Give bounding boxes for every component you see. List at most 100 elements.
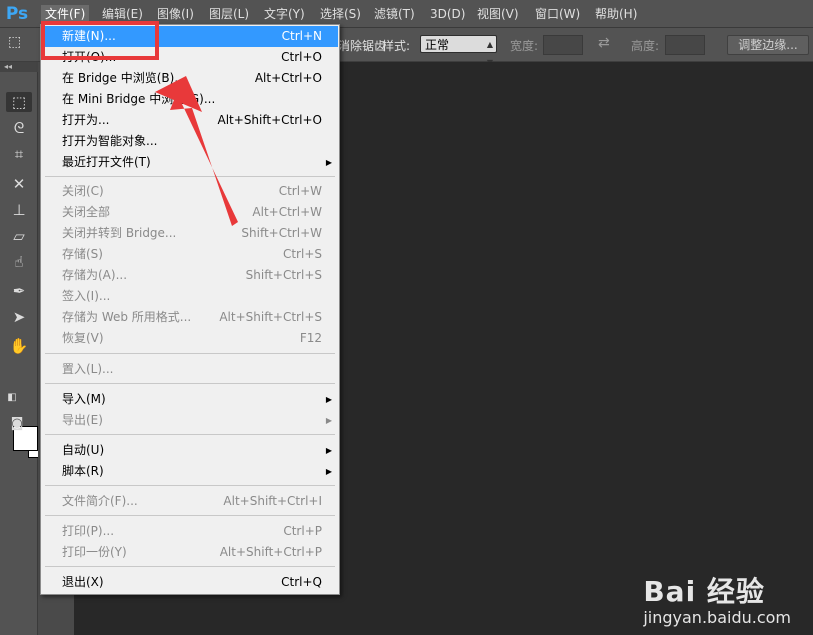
menu-item-export[interactable]: 导出(E) ▶	[42, 410, 338, 431]
quick-mask-icon[interactable]: ◙	[6, 414, 28, 434]
menu-separator	[45, 383, 335, 384]
watermark-logo-text: Bai 经验	[643, 575, 765, 608]
menu-item-label: 退出(X)	[62, 575, 104, 589]
menu-item-scripts[interactable]: 脚本(R) ▶	[42, 461, 338, 482]
menu-item-label: 导入(M)	[62, 392, 106, 406]
menu-item-recent-files[interactable]: 最近打开文件(T) ▶	[42, 152, 338, 173]
menu-filter[interactable]: 滤镜(T)	[370, 5, 419, 23]
submenu-arrow-icon: ▶	[325, 467, 332, 476]
menu-item-shortcut: Alt+Shift+Ctrl+O	[217, 113, 322, 127]
menu-item-print-one-copy[interactable]: 打印一份(Y) Alt+Shift+Ctrl+P	[42, 542, 338, 563]
menu-item-label: 文件简介(F)...	[62, 494, 138, 508]
menu-item-shortcut: Alt+Ctrl+W	[252, 205, 322, 219]
menu-item-label: 导出(E)	[62, 413, 103, 427]
menu-item-place[interactable]: 置入(L)...	[42, 359, 338, 380]
menu-item-shortcut: Shift+Ctrl+S	[245, 268, 322, 282]
menu-item-label: 存储(S)	[62, 247, 103, 261]
menu-view[interactable]: 视图(V)	[473, 5, 523, 23]
menu-select[interactable]: 选择(S)	[316, 5, 365, 23]
menu-item-automate[interactable]: 自动(U) ▶	[42, 440, 338, 461]
anti-alias-label: 消除锯齿	[338, 39, 387, 53]
submenu-arrow-icon: ▶	[325, 395, 332, 404]
menu-item-shortcut: Alt+Ctrl+O	[254, 71, 322, 85]
watermark-url: jingyan.baidu.com	[643, 608, 791, 627]
menu-3d[interactable]: 3D(D)	[426, 5, 469, 23]
refine-edge-button[interactable]: 调整边缘...	[727, 35, 809, 55]
menu-type[interactable]: 文字(Y)	[260, 5, 309, 23]
menu-item-label: 置入(L)...	[62, 362, 114, 376]
swap-icon[interactable]: ⇄	[598, 35, 610, 51]
menu-layer[interactable]: 图层(L)	[205, 5, 253, 23]
marquee-tool-preset-icon[interactable]: ⬚	[8, 34, 21, 50]
menu-item-shortcut: F12	[299, 331, 322, 345]
hand-icon[interactable]: ✋	[6, 336, 32, 356]
menu-item-label: 恢复(V)	[62, 331, 104, 345]
menu-item-label: 脚本(R)	[62, 464, 104, 478]
pen-icon[interactable]: ✒	[6, 281, 32, 301]
menu-item-label: 关闭并转到 Bridge...	[62, 226, 177, 240]
menu-item-shortcut: Alt+Shift+Ctrl+S	[219, 310, 322, 324]
tools-panel: ◂◂ ⬚ ᘓ ⌗ ✕ ⊥ ▱ ☝ ✒ ➤ ✋ ◧ ◙	[0, 62, 43, 635]
menu-item-shortcut: Ctrl+O	[281, 50, 322, 64]
menu-item-shortcut: Ctrl+S	[282, 247, 322, 261]
menu-item-save-as[interactable]: 存储为(A)... Shift+Ctrl+S	[42, 265, 338, 286]
menu-item-check-in[interactable]: 签入(I)...	[42, 286, 338, 307]
menu-item-label: 打印一份(Y)	[62, 545, 127, 559]
menu-item-shortcut: Ctrl+Q	[281, 575, 322, 589]
menu-image[interactable]: 图像(I)	[153, 5, 198, 23]
crop-icon[interactable]: ⌗	[6, 144, 32, 164]
file-menu-dropdown: 新建(N)... Ctrl+N 打开(O)... Ctrl+O 在 Bridge…	[40, 24, 340, 595]
menu-item-import[interactable]: 导入(M) ▶	[42, 389, 338, 410]
menu-item-close[interactable]: 关闭(C) Ctrl+W	[42, 181, 338, 202]
menu-separator	[45, 566, 335, 567]
collapse-icon[interactable]: ◂◂	[0, 62, 38, 72]
menu-item-open-smart-object[interactable]: 打开为智能对象...	[42, 131, 338, 152]
menu-item-shortcut: Shift+Ctrl+W	[241, 226, 322, 240]
menu-item-label: 关闭全部	[62, 205, 111, 219]
submenu-arrow-icon: ▶	[325, 158, 332, 167]
menu-separator	[45, 176, 335, 177]
default-colors-icon[interactable]: ◧	[4, 388, 20, 408]
smudge-icon[interactable]: ☝	[6, 252, 32, 272]
menu-item-revert[interactable]: 恢复(V) F12	[42, 328, 338, 349]
menu-window[interactable]: 窗口(W)	[531, 5, 584, 23]
menu-item-label: 在 Mini Bridge 中浏览(G)...	[62, 92, 216, 106]
eraser-icon[interactable]: ▱	[6, 226, 32, 246]
lasso-icon[interactable]: ᘓ	[6, 118, 32, 138]
menu-separator	[45, 515, 335, 516]
menu-item-label: 自动(U)	[62, 443, 105, 457]
menu-item-save[interactable]: 存储(S) Ctrl+S	[42, 244, 338, 265]
width-label: 宽度:	[510, 39, 539, 53]
height-input[interactable]	[665, 35, 705, 55]
menu-item-exit[interactable]: 退出(X) Ctrl+Q	[42, 572, 338, 593]
menu-item-label: 最近打开文件(T)	[62, 155, 151, 169]
healing-brush-icon[interactable]: ✕	[6, 174, 32, 194]
menu-item-print[interactable]: 打印(P)... Ctrl+P	[42, 521, 338, 542]
menu-item-close-all[interactable]: 关闭全部 Alt+Ctrl+W	[42, 202, 338, 223]
menu-item-shortcut: Ctrl+N	[281, 29, 322, 43]
menu-item-label: 存储为(A)...	[62, 268, 128, 282]
menu-separator	[45, 434, 335, 435]
height-label: 高度:	[631, 39, 660, 53]
menu-item-file-info[interactable]: 文件简介(F)... Alt+Shift+Ctrl+I	[42, 491, 338, 512]
menu-item-label: 打印(P)...	[62, 524, 115, 538]
submenu-arrow-icon: ▶	[325, 416, 332, 425]
width-input[interactable]	[543, 35, 583, 55]
menu-item-label: 关闭(C)	[62, 184, 104, 198]
menu-item-save-for-web[interactable]: 存储为 Web 所用格式... Alt+Shift+Ctrl+S	[42, 307, 338, 328]
annotation-highlight-box	[41, 21, 159, 60]
menu-item-close-go-bridge[interactable]: 关闭并转到 Bridge... Shift+Ctrl+W	[42, 223, 338, 244]
menu-separator	[45, 353, 335, 354]
menu-item-label: 在 Bridge 中浏览(B)...	[62, 71, 186, 85]
path-selection-icon[interactable]: ➤	[6, 307, 32, 327]
style-select[interactable]: 正常 ▲▼	[420, 35, 497, 67]
menu-item-label: 存储为 Web 所用格式...	[62, 310, 192, 324]
menu-item-shortcut: Alt+Shift+Ctrl+I	[223, 494, 322, 508]
menu-item-browse-bridge[interactable]: 在 Bridge 中浏览(B)... Alt+Ctrl+O	[42, 68, 338, 89]
stamp-icon[interactable]: ⊥	[6, 200, 32, 220]
menu-item-label: 打开为智能对象...	[62, 134, 158, 148]
menu-help[interactable]: 帮助(H)	[591, 5, 641, 23]
rectangular-marquee-icon[interactable]: ⬚	[6, 92, 32, 112]
menu-item-browse-mini-bridge[interactable]: 在 Mini Bridge 中浏览(G)...	[42, 89, 338, 110]
menu-item-open-as[interactable]: 打开为... Alt+Shift+Ctrl+O	[42, 110, 338, 131]
